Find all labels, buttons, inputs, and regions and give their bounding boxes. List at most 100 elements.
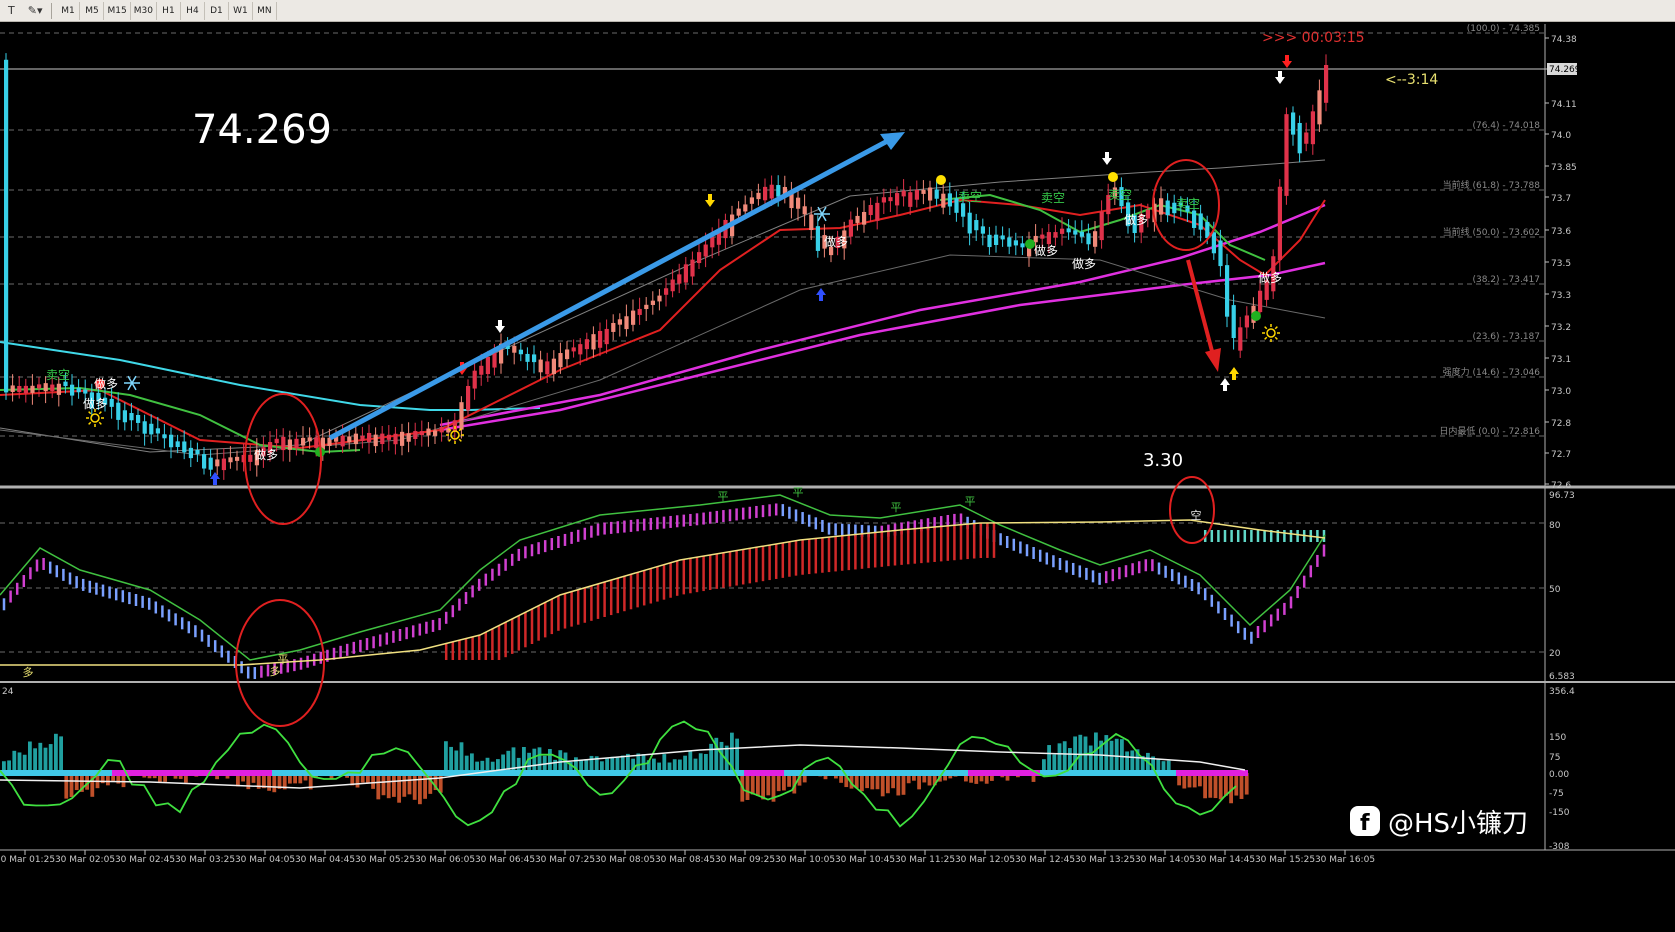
osc2-zero-band: [720, 770, 728, 776]
osc2-zero-band: [544, 770, 552, 776]
osc2-histogram-bar: [532, 748, 537, 773]
osc2-zero-band: [1224, 770, 1232, 776]
osc2-zero-band: [152, 770, 160, 776]
candle-body: [459, 402, 464, 430]
price-axis-label: 73.1: [1551, 355, 1571, 365]
candle-body: [208, 457, 213, 470]
osc1-mark: 平: [965, 495, 976, 508]
signal-label: 做多: [1258, 270, 1282, 285]
osc2-zero-band: [968, 770, 976, 776]
osc2-histogram-bar: [1208, 773, 1213, 798]
osc2-zero-band: [1104, 770, 1112, 776]
signal-dot: [1108, 172, 1118, 182]
osc2-zero-band: [528, 770, 536, 776]
osc2-histogram-bar: [423, 773, 427, 799]
osc2-histogram-bar: [402, 773, 407, 797]
candle-body: [155, 428, 160, 434]
candle-body: [1304, 132, 1309, 144]
osc2-zero-band: [928, 770, 936, 776]
candle-body: [578, 344, 583, 355]
candle-body: [30, 385, 35, 393]
candle-body: [1020, 243, 1025, 248]
osc2-histogram-bar: [1057, 743, 1062, 773]
osc2-zero-band: [32, 770, 40, 776]
osc1-axis-label: 6.583: [1549, 672, 1575, 682]
osc2-histogram-bar: [90, 773, 95, 797]
candle-body: [1073, 230, 1078, 235]
osc2-zero-band: [952, 770, 960, 776]
candle-body: [235, 456, 240, 461]
osc2-zero-band: [376, 770, 384, 776]
osc2-histogram-bar: [1088, 745, 1093, 773]
time-axis-label: 30 Mar 04:45: [295, 855, 355, 865]
candle-body: [1211, 232, 1216, 254]
candle-body: [796, 197, 801, 209]
candle-body: [188, 447, 193, 459]
osc2-zero-band: [264, 770, 272, 776]
price-axis-label: 74.11: [1551, 100, 1577, 110]
candle-body: [426, 428, 431, 436]
candle-body: [314, 437, 319, 449]
candle-body: [353, 433, 358, 445]
osc2-zero-band: [408, 770, 416, 776]
osc2-zero-band: [16, 770, 24, 776]
osc2-histogram-bar: [1224, 773, 1228, 796]
signal-label: 做多: [1072, 256, 1096, 271]
osc2-zero-band: [1144, 770, 1152, 776]
time-axis-label: 30 Mar 08:05: [595, 855, 655, 865]
candle-body: [23, 385, 28, 394]
candle-body: [650, 300, 655, 305]
candle-body: [868, 204, 873, 216]
candle-body: [584, 339, 589, 350]
osc1-mark: 空: [1191, 508, 1202, 522]
candle-body: [697, 252, 702, 264]
osc2-zero-band: [592, 770, 600, 776]
candle-body: [129, 413, 134, 421]
price-axis-label: 73.85: [1551, 163, 1577, 173]
candle-body: [644, 304, 649, 310]
time-axis-label: 30 Mar 12:45: [1015, 855, 1075, 865]
osc2-histogram-bar: [459, 742, 464, 773]
candle-body: [63, 381, 68, 387]
osc2-zero-band: [448, 770, 456, 776]
osc2-histogram-bar: [1218, 773, 1223, 800]
candle-body: [598, 330, 603, 348]
time-axis-label: 30 Mar 13:25: [1075, 855, 1135, 865]
fib-level-label: (23.6) - 73.187: [1472, 332, 1540, 342]
candle-body: [683, 264, 688, 283]
osc2-histogram-bar: [745, 773, 750, 800]
candle-body: [809, 214, 814, 231]
time-axis-label: 30 Mar 14:05: [1135, 855, 1195, 865]
candle-body: [492, 352, 497, 368]
candle-body: [340, 435, 345, 447]
price-axis-label: 72.6: [1551, 481, 1571, 491]
osc2-zero-band: [280, 770, 288, 776]
osc2-histogram-bar: [1234, 773, 1239, 796]
osc1-mark: 平: [891, 501, 902, 514]
candle-body: [551, 358, 556, 375]
candle-body: [215, 459, 220, 467]
osc2-zero-band: [72, 770, 80, 776]
osc2-histogram-bar: [38, 742, 43, 773]
candle-body: [347, 436, 352, 443]
candle-body: [56, 383, 61, 395]
osc2-zero-band: [368, 770, 376, 776]
osc2-zero-band: [200, 770, 208, 776]
candle-body: [914, 189, 919, 200]
time-axis-label: 30 Mar 10:45: [835, 855, 895, 865]
candle-body: [479, 365, 484, 375]
osc2-axis-label: -150: [1549, 808, 1570, 818]
candle-body: [604, 328, 609, 345]
osc2-zero-band: [392, 770, 400, 776]
candle-body: [1053, 232, 1058, 238]
osc2-zero-band: [672, 770, 680, 776]
candle-body: [617, 319, 622, 325]
candle-body: [994, 234, 999, 245]
osc2-zero-band: [912, 770, 920, 776]
osc1-axis-label: 96.73: [1549, 491, 1575, 501]
osc2-zero-band: [176, 770, 184, 776]
candle-body: [769, 184, 774, 199]
osc2-zero-band: [56, 770, 64, 776]
candle-body: [961, 203, 966, 217]
chart-canvas[interactable]: (100.0) - 74.385 (76.4) - 74.018 当前线 (61.8…: [0, 0, 1675, 932]
